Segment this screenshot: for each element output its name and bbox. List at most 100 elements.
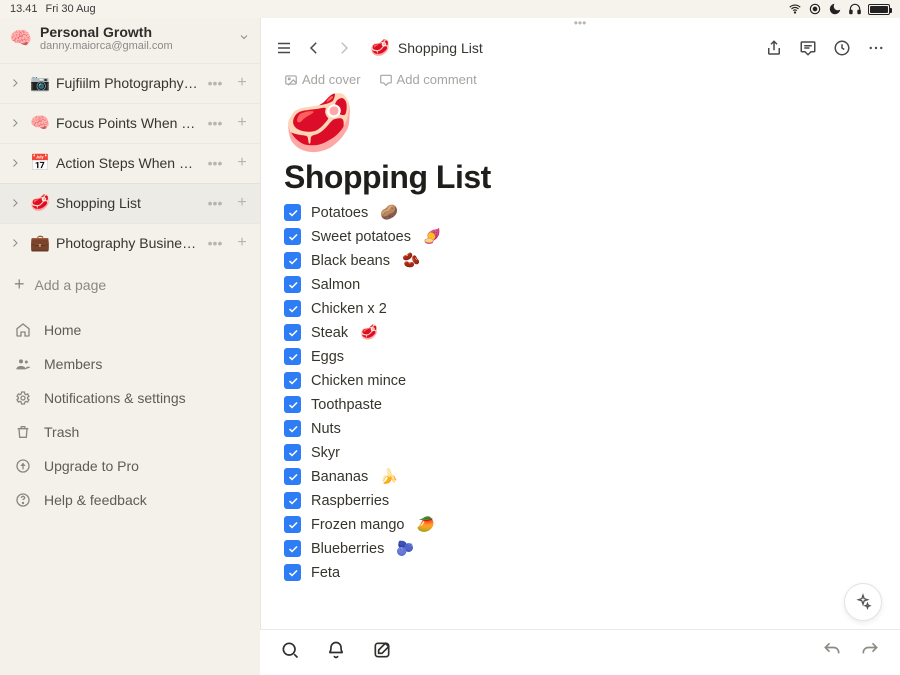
- page-icon[interactable]: 🥩: [284, 95, 876, 151]
- nav-upgrade[interactable]: Upgrade to Pro: [0, 449, 260, 483]
- page-item-add[interactable]: +: [232, 74, 252, 92]
- page-item-more[interactable]: •••: [204, 235, 226, 251]
- checklist-item-text: Salmon: [311, 277, 360, 293]
- checkbox-checked[interactable]: [284, 348, 301, 365]
- nav-help[interactable]: Help & feedback: [0, 483, 260, 517]
- checkbox-checked[interactable]: [284, 492, 301, 509]
- inbox-button[interactable]: [326, 640, 346, 665]
- comments-button[interactable]: [798, 38, 818, 58]
- checklist-item[interactable]: Potatoes🥔: [284, 204, 876, 221]
- checkbox-checked[interactable]: [284, 300, 301, 317]
- checklist-item-text: Chicken x 2: [311, 301, 387, 317]
- checkbox-checked[interactable]: [284, 204, 301, 221]
- checkbox-checked[interactable]: [284, 252, 301, 269]
- battery-icon: [868, 4, 890, 15]
- page-item-title: Photography Busines...: [56, 235, 198, 251]
- page-item-icon: 🧠: [30, 113, 50, 133]
- page-item-more[interactable]: •••: [204, 115, 226, 131]
- nav-home[interactable]: Home: [0, 313, 260, 347]
- sidebar-page-item[interactable]: 🥩Shopping List•••+: [0, 183, 260, 223]
- workspace-name: Personal Growth: [40, 24, 230, 40]
- checkbox-checked[interactable]: [284, 516, 301, 533]
- checklist-item[interactable]: Skyr: [284, 444, 876, 461]
- checkbox-checked[interactable]: [284, 540, 301, 557]
- checklist-item[interactable]: Feta: [284, 564, 876, 581]
- chevron-right-icon[interactable]: [6, 117, 24, 129]
- share-button[interactable]: [764, 38, 784, 58]
- back-button[interactable]: [304, 38, 324, 58]
- add-page-button[interactable]: + Add a page: [0, 263, 260, 307]
- checklist-item[interactable]: Nuts: [284, 420, 876, 437]
- item-emoji: 🥔: [380, 204, 398, 221]
- updates-button[interactable]: [832, 38, 852, 58]
- checklist-item[interactable]: Blueberries🫐: [284, 540, 876, 557]
- nav-settings[interactable]: Notifications & settings: [0, 381, 260, 415]
- hamburger-icon[interactable]: [274, 38, 294, 58]
- page-item-add[interactable]: +: [232, 114, 252, 132]
- add-cover-button[interactable]: Add cover: [284, 72, 361, 87]
- page-item-more[interactable]: •••: [204, 195, 226, 211]
- checklist-item[interactable]: Eggs: [284, 348, 876, 365]
- checkbox-checked[interactable]: [284, 228, 301, 245]
- page-item-more[interactable]: •••: [204, 75, 226, 91]
- nav-upgrade-label: Upgrade to Pro: [44, 458, 139, 474]
- checkbox-checked[interactable]: [284, 276, 301, 293]
- nav-home-label: Home: [44, 322, 81, 338]
- checklist-item-text: Frozen mango: [311, 517, 405, 533]
- status-date: Fri 30 Aug: [46, 3, 96, 15]
- checkbox-checked[interactable]: [284, 444, 301, 461]
- checklist-item[interactable]: Chicken x 2: [284, 300, 876, 317]
- checklist-item[interactable]: Steak🥩: [284, 324, 876, 341]
- page-item-title: Shopping List: [56, 195, 198, 211]
- nav-trash[interactable]: Trash: [0, 415, 260, 449]
- checklist-item[interactable]: Sweet potatoes🍠: [284, 228, 876, 245]
- add-comment-button[interactable]: Add comment: [379, 72, 477, 87]
- page-item-title: Action Steps When B...: [56, 155, 198, 171]
- chevron-right-icon[interactable]: [6, 157, 24, 169]
- checklist-item[interactable]: Black beans🫘: [284, 252, 876, 269]
- sidebar-page-item[interactable]: 📷Fujfiilm Photography ...•••+: [0, 63, 260, 103]
- search-button[interactable]: [280, 640, 300, 665]
- checkbox-checked[interactable]: [284, 468, 301, 485]
- nav-members[interactable]: Members: [0, 347, 260, 381]
- page-title[interactable]: Shopping List: [260, 151, 900, 204]
- checklist-item-text: Feta: [311, 565, 340, 581]
- checklist-item[interactable]: Chicken mince: [284, 372, 876, 389]
- new-page-button[interactable]: [372, 640, 392, 665]
- page-item-add[interactable]: +: [232, 234, 252, 252]
- checklist-item[interactable]: Salmon: [284, 276, 876, 293]
- headphones-icon: [848, 2, 862, 16]
- page-item-add[interactable]: +: [232, 194, 252, 212]
- page-item-add[interactable]: +: [232, 154, 252, 172]
- checkbox-checked[interactable]: [284, 564, 301, 581]
- checkbox-checked[interactable]: [284, 420, 301, 437]
- checklist-item-text: Chicken mince: [311, 373, 406, 389]
- sidebar-page-item[interactable]: 🧠Focus Points When I'...•••+: [0, 103, 260, 143]
- chevron-right-icon[interactable]: [6, 197, 24, 209]
- checkbox-checked[interactable]: [284, 372, 301, 389]
- redo-button[interactable]: [860, 640, 880, 665]
- undo-button[interactable]: [822, 640, 842, 665]
- checklist-item[interactable]: Frozen mango🥭: [284, 516, 876, 533]
- forward-button[interactable]: [334, 38, 354, 58]
- checklist-item[interactable]: Raspberries: [284, 492, 876, 509]
- chevron-right-icon[interactable]: [6, 77, 24, 89]
- wifi-icon: [788, 2, 802, 16]
- ai-fab-button[interactable]: [844, 583, 882, 621]
- page-item-more[interactable]: •••: [204, 155, 226, 171]
- checkbox-checked[interactable]: [284, 396, 301, 413]
- checklist-item-text: Black beans: [311, 253, 390, 269]
- chevron-right-icon[interactable]: [6, 237, 24, 249]
- checklist-item[interactable]: Toothpaste: [284, 396, 876, 413]
- breadcrumb[interactable]: 🥩 Shopping List: [370, 38, 483, 58]
- checklist-item-text: Toothpaste: [311, 397, 382, 413]
- more-button[interactable]: [866, 38, 886, 58]
- checkbox-checked[interactable]: [284, 324, 301, 341]
- workspace-switcher[interactable]: 🧠 Personal Growth danny.maiorca@gmail.co…: [0, 18, 260, 63]
- checklist-item[interactable]: Bananas🍌: [284, 468, 876, 485]
- plus-icon: +: [14, 274, 25, 295]
- members-icon: [14, 355, 32, 373]
- drag-handle-icon[interactable]: •••: [260, 18, 900, 28]
- sidebar-page-item[interactable]: 💼Photography Busines...•••+: [0, 223, 260, 263]
- sidebar-page-item[interactable]: 📅Action Steps When B...•••+: [0, 143, 260, 183]
